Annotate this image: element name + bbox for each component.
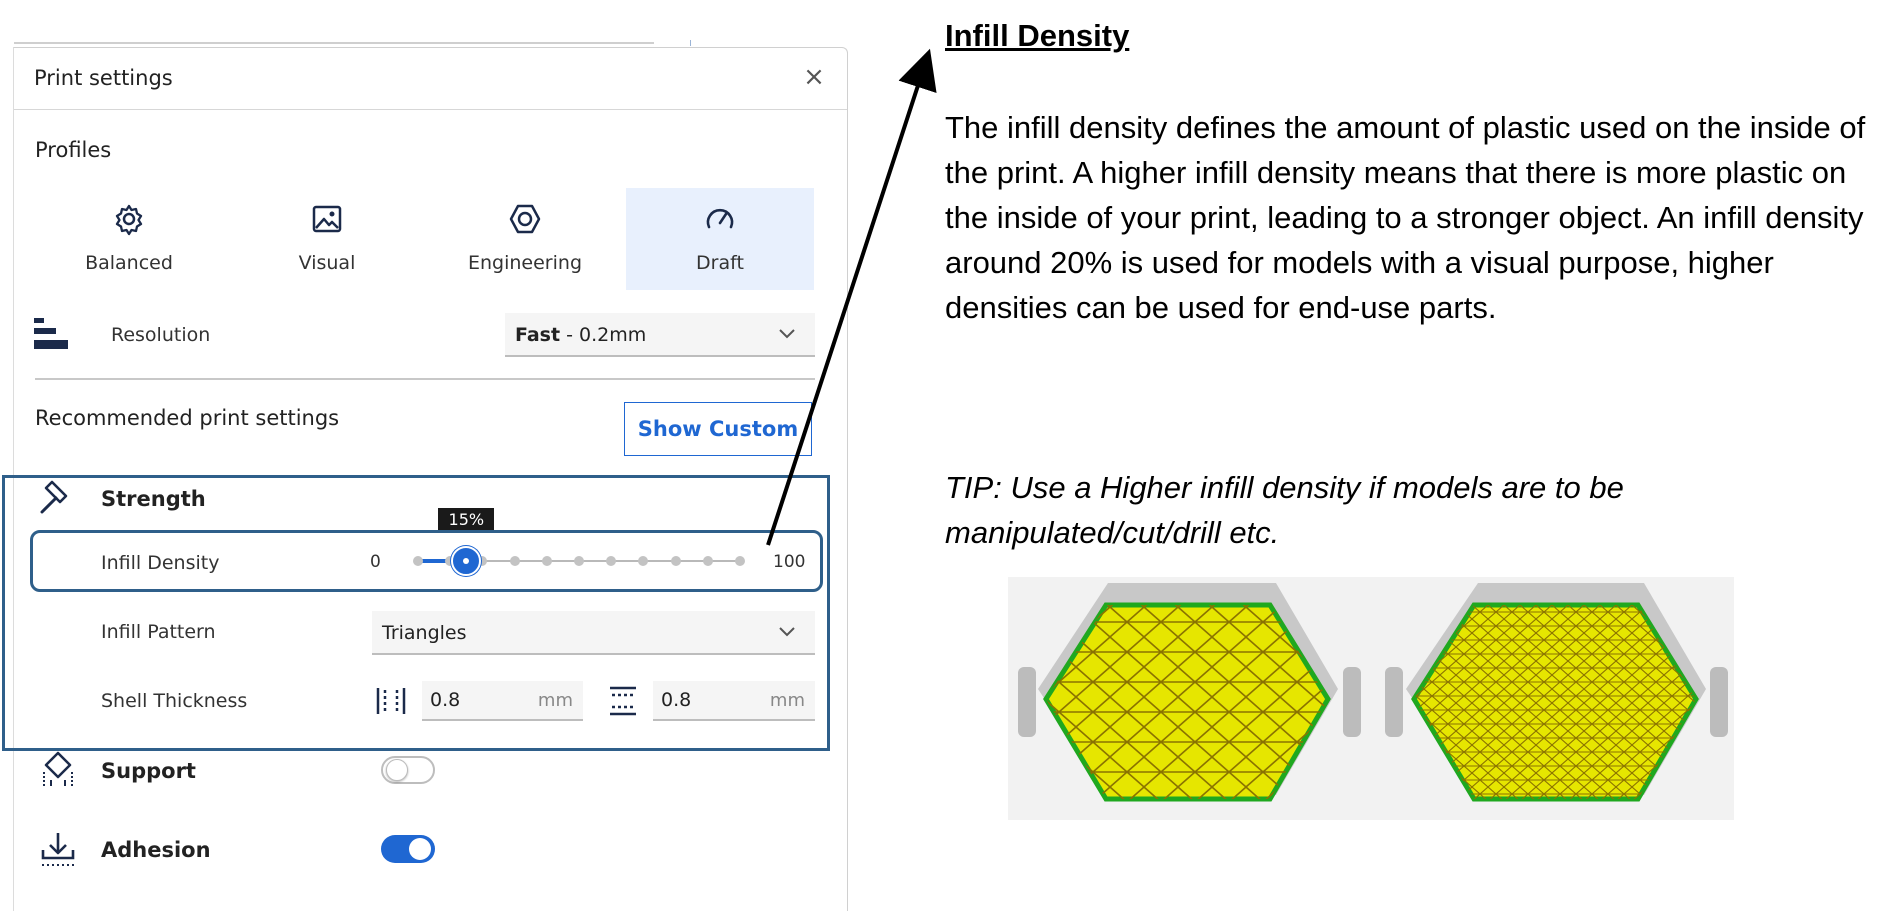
resolution-value: Fast - 0.2mm: [515, 324, 647, 346]
strength-highlight-box: [2, 475, 830, 751]
profile-engineering[interactable]: Engineering: [431, 188, 619, 290]
doc-heading: Infill Density: [945, 18, 1130, 53]
profile-label: Engineering: [468, 252, 582, 274]
infill-comparison-image: [1008, 577, 1734, 820]
adhesion-icon: [41, 833, 75, 866]
support-toggle[interactable]: [381, 756, 435, 784]
profile-label: Balanced: [85, 252, 173, 274]
infill-sample-low: [1018, 583, 1361, 802]
resolution-bars-icon: [34, 318, 68, 349]
recommended-label: Recommended print settings: [35, 406, 340, 430]
gauge-icon: [706, 208, 734, 229]
image-icon: [312, 205, 342, 233]
support-title: Support: [101, 759, 196, 783]
chevron-down-icon: [779, 329, 795, 339]
show-custom-button[interactable]: Show Custom: [624, 402, 812, 456]
doc-body: The infill density defines the amount of…: [945, 110, 1866, 325]
window-edge: [14, 42, 654, 44]
hexagon-icon: [509, 204, 541, 234]
panel-header: Print settings ×: [14, 48, 847, 110]
close-icon[interactable]: ×: [799, 62, 829, 92]
adhesion-title: Adhesion: [101, 838, 211, 862]
profile-balanced[interactable]: Balanced: [35, 188, 223, 290]
infill-density-highlight-box: [30, 530, 823, 592]
infill-sample-high: [1385, 583, 1728, 802]
profiles-label: Profiles: [35, 138, 112, 162]
resolution-label: Resolution: [111, 324, 211, 346]
profile-visual[interactable]: Visual: [233, 188, 421, 290]
support-icon: [43, 751, 73, 786]
doc-tip: TIP: Use a Higher infill density if mode…: [945, 470, 1624, 550]
section-divider: [35, 378, 815, 380]
adhesion-toggle[interactable]: [381, 835, 435, 863]
window-edge-accent: [690, 40, 691, 46]
profile-label: Visual: [298, 252, 356, 274]
profile-draft[interactable]: Draft: [626, 188, 814, 290]
profile-label: Draft: [696, 252, 744, 274]
panel-title: Print settings: [34, 66, 173, 90]
gear-icon: [115, 204, 143, 236]
resolution-dropdown[interactable]: Fast - 0.2mm: [505, 313, 815, 357]
